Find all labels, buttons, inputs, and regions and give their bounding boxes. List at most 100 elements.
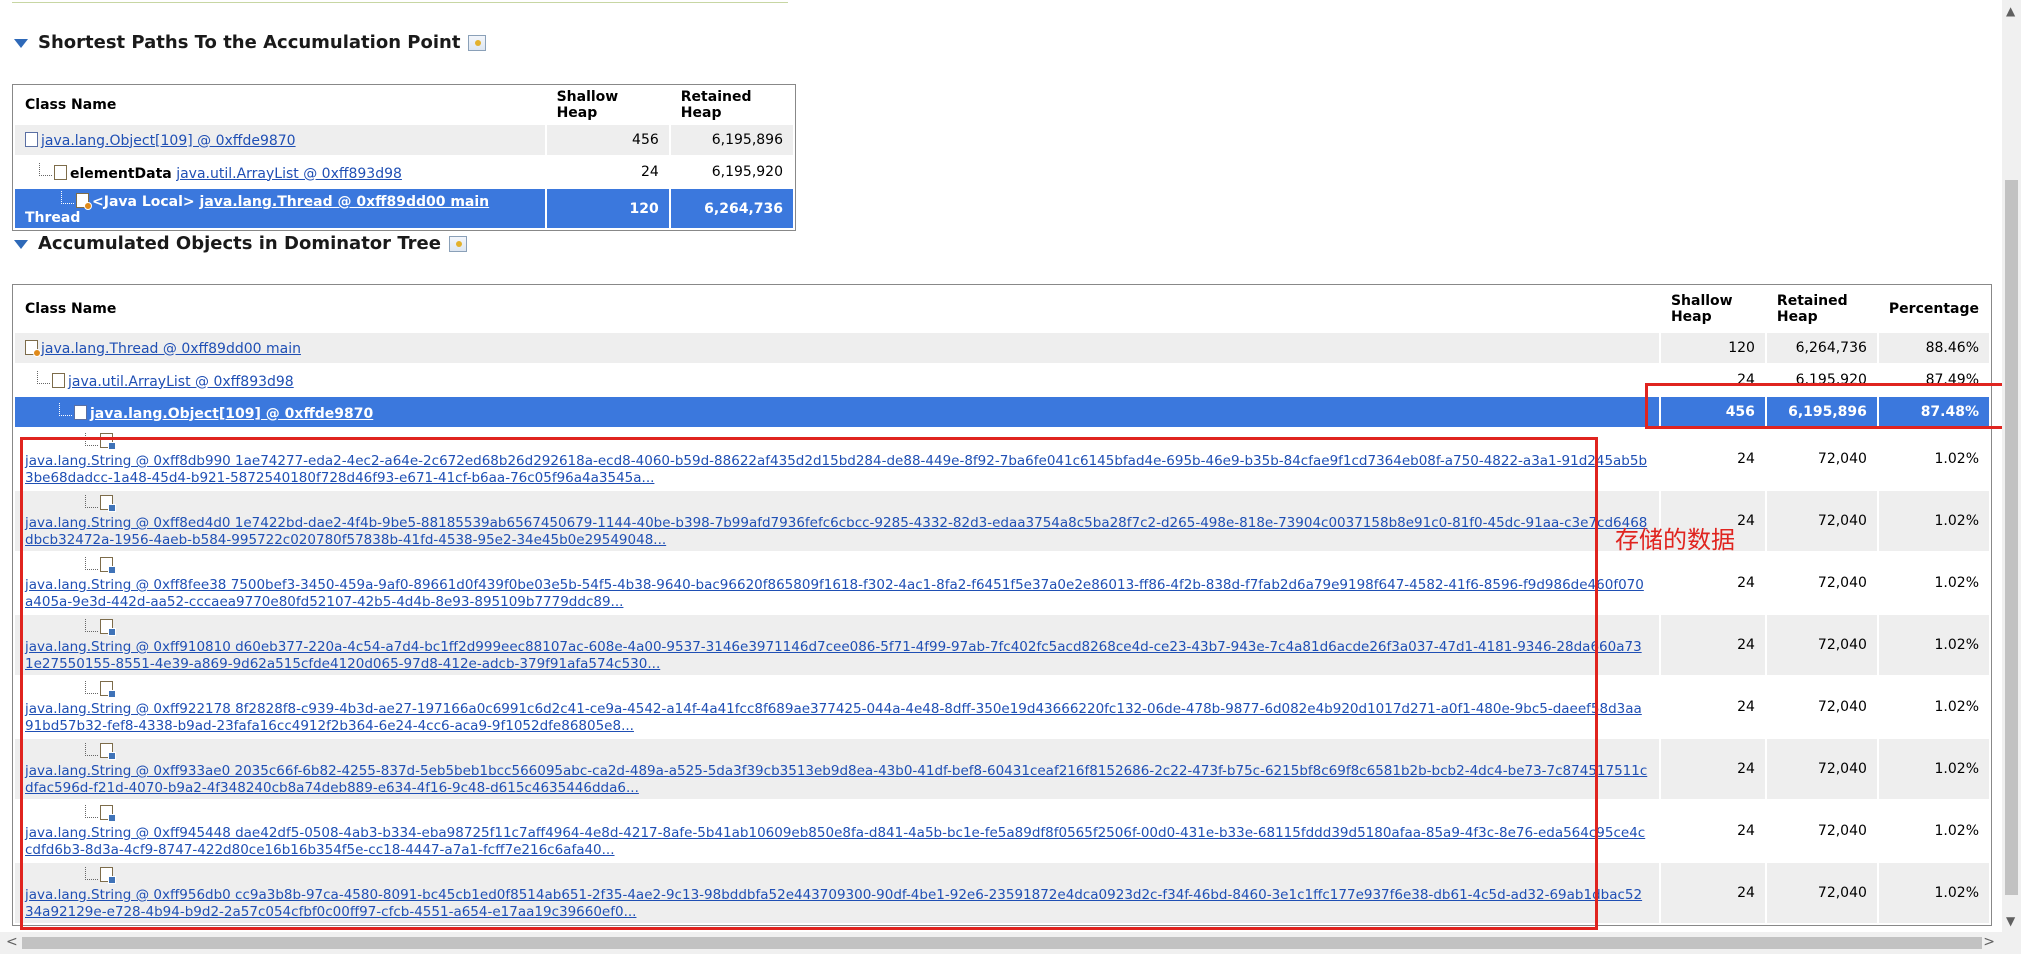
class-name-cell: java.lang.Object[109] @ 0xffde9870 [15,397,1659,427]
string-object-link[interactable]: java.lang.String @ 0xff945448 dae42df5-0… [25,825,1649,859]
percentage-cell: 1.02% [1878,491,1989,551]
column-header-percentage[interactable]: Percentage [1879,287,1989,331]
percentage-cell: 1.02% [1934,575,1979,591]
class-name-cell: elementData java.util.ArrayList @ 0xff89… [15,157,545,187]
scroll-up-icon[interactable]: ▲ [2006,4,2015,18]
vertical-scrollbar[interactable]: ▲ ▼ [2002,0,2021,932]
retained-heap-cell: 72,040 [1817,451,1867,467]
object-link[interactable]: java.lang.Thread @ 0xff89dd00 main [200,194,490,210]
percentage-cell: 88.46% [1878,333,1989,363]
class-name-cell: java.lang.Object[109] @ 0xffde9870 [15,125,545,155]
scroll-down-icon[interactable]: ▼ [2006,914,2015,928]
string-object-link[interactable]: java.lang.String @ 0xff922178 8f2828f8-c… [25,701,1649,735]
settings-icon[interactable] [448,235,467,252]
column-header-class-name[interactable]: Class Name [15,287,1659,331]
table-row[interactable]: java.lang.Object[109] @ 0xffde9870 456 6… [15,125,793,155]
object-link[interactable]: java.util.ArrayList @ 0xff893d98 [176,166,402,182]
table-row[interactable]: java.lang.String @ 0xff922178 8f2828f8-c… [15,677,1989,737]
string-object-icon [100,743,116,760]
table-row[interactable]: java.lang.Thread @ 0xff89dd00 main 120 6… [15,333,1989,363]
string-object-icon [100,805,116,822]
tree-connector [85,681,98,694]
retained-heap-cell: 6,195,896 [670,125,793,155]
section-header-accumulated-objects[interactable]: Accumulated Objects in Dominator Tree [14,233,467,254]
string-object-icon [100,867,116,884]
shallow-heap-cell: 120 [1660,333,1765,363]
percentage-cell: 87.48% [1878,397,1989,427]
table-row[interactable]: java.lang.String @ 0xff910810 d60eb377-2… [15,615,1989,675]
thread-icon [76,193,92,210]
percentage-cell: 1.02% [1878,615,1989,675]
shallow-heap-cell: 24 [1737,823,1755,839]
retained-heap-cell: 72,040 [1766,615,1877,675]
dominator-tree-table: Class Name Shallow Heap Retained Heap Pe… [12,284,1992,926]
collapse-triangle-icon[interactable] [14,240,28,249]
object-link[interactable]: java.util.ArrayList @ 0xff893d98 [68,374,294,390]
array-object-icon [74,404,87,420]
string-object-icon [100,681,116,698]
object-icon [52,372,65,388]
retained-heap-cell: 72,040 [1766,863,1877,923]
class-name-cell: java.lang.String @ 0xff922178 8f2828f8-c… [15,677,1659,737]
string-object-link[interactable]: java.lang.String @ 0xff933ae0 2035c66f-6… [25,763,1649,797]
string-object-link[interactable]: java.lang.String @ 0xff956db0 cc9a3b8b-9… [25,887,1649,921]
table-row-selected[interactable]: <Java Local> java.lang.Thread @ 0xff89dd… [15,189,793,228]
scroll-right-icon[interactable]: > [1983,934,1995,950]
object-icon [54,164,67,180]
horizontal-scrollbar-thumb[interactable] [22,937,1982,949]
string-object-link[interactable]: java.lang.String @ 0xff8ed4d0 1e7422bd-d… [25,515,1649,549]
tree-connector [85,557,98,570]
percentage-cell: 1.02% [1934,823,1979,839]
tree-connector [85,619,98,632]
object-suffix: Thread [25,210,81,226]
settings-icon[interactable] [468,34,487,51]
table-row[interactable]: elementData java.util.ArrayList @ 0xff89… [15,157,793,187]
tree-connector [61,191,74,204]
shallow-heap-cell: 456 [546,125,669,155]
column-header-retained-heap[interactable]: Retained Heap [671,87,793,123]
column-header-shallow-heap[interactable]: Shallow Heap [547,87,669,123]
string-object-link[interactable]: java.lang.String @ 0xff8db990 1ae74277-e… [25,453,1649,487]
table-row[interactable]: java.lang.String @ 0xff933ae0 2035c66f-6… [15,739,1989,799]
table-row[interactable]: java.lang.String @ 0xff8db990 1ae74277-e… [15,429,1989,489]
scroll-left-icon[interactable]: < [6,934,18,950]
collapse-triangle-icon[interactable] [14,39,28,48]
percentage-cell: 1.02% [1934,451,1979,467]
string-object-link[interactable]: java.lang.String @ 0xff8fee38 7500bef3-3… [25,577,1649,611]
array-object-icon [25,131,38,147]
percentage-cell: 1.02% [1878,739,1989,799]
shallow-heap-cell: 24 [1737,372,1755,388]
string-object-link[interactable]: java.lang.String @ 0xff910810 d60eb377-2… [25,639,1649,673]
tree-connector [59,402,72,416]
shallow-heap-cell: 120 [546,189,669,228]
retained-heap-cell: 72,040 [1817,575,1867,591]
class-name-cell: java.lang.Thread @ 0xff89dd00 main [15,333,1659,363]
shallow-heap-cell: 24 [1737,575,1755,591]
table-header-row: Class Name Shallow Heap Retained Heap Pe… [15,287,1989,331]
string-object-icon [100,557,116,574]
string-object-icon [100,495,116,512]
vertical-scrollbar-thumb[interactable] [2005,180,2018,895]
section-header-shortest-paths[interactable]: Shortest Paths To the Accumulation Point [14,32,487,53]
table-row[interactable]: java.lang.String @ 0xff956db0 cc9a3b8b-9… [15,863,1989,923]
column-header-class-name[interactable]: Class Name [15,87,545,123]
table-row[interactable]: java.lang.String @ 0xff945448 dae42df5-0… [15,801,1989,861]
class-name-cell: java.lang.String @ 0xff956db0 cc9a3b8b-9… [15,863,1659,923]
tree-connector [85,805,98,818]
object-link[interactable]: java.lang.Thread @ 0xff89dd00 main [41,341,301,357]
shallow-heap-cell: 24 [640,164,659,180]
table-row[interactable]: java.util.ArrayList @ 0xff893d98 24 6,19… [15,365,1989,395]
object-link[interactable]: java.lang.Object[109] @ 0xffde9870 [41,133,296,149]
column-header-retained-heap[interactable]: Retained Heap [1767,287,1877,331]
table-row[interactable]: java.lang.String @ 0xff8fee38 7500bef3-3… [15,553,1989,613]
tree-connector [85,743,98,756]
shallow-heap-cell: 24 [1660,739,1765,799]
class-name-cell: java.util.ArrayList @ 0xff893d98 [15,365,1659,395]
class-name-cell: java.lang.String @ 0xff910810 d60eb377-2… [15,615,1659,675]
tree-connector [85,433,98,446]
object-link[interactable]: java.lang.Object[109] @ 0xffde9870 [90,406,373,422]
table-row-selected[interactable]: java.lang.Object[109] @ 0xffde9870 456 6… [15,397,1989,427]
column-header-shallow-heap[interactable]: Shallow Heap [1661,287,1765,331]
horizontal-scrollbar[interactable]: < > [0,932,2021,954]
thread-icon [25,339,41,357]
